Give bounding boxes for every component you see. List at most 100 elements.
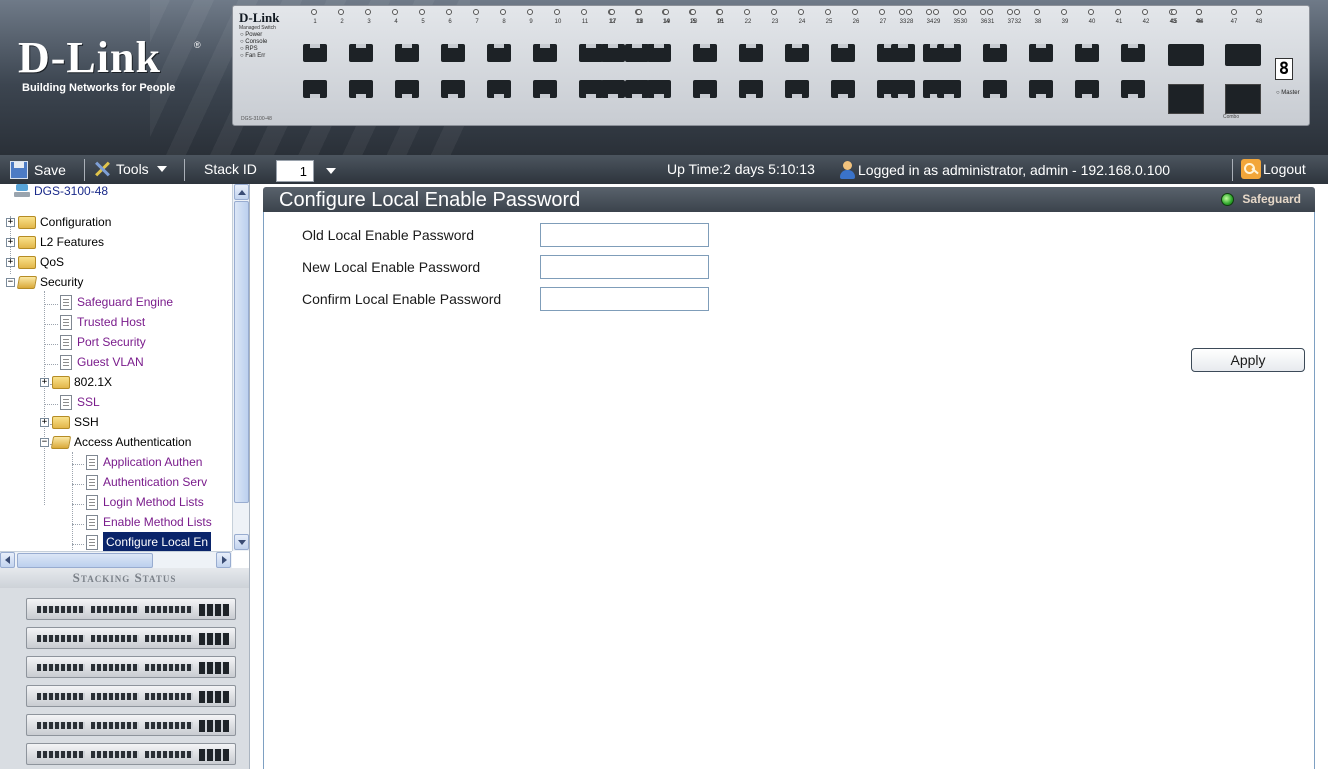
tree-item-configuration[interactable]: + Configuration: [6, 212, 111, 232]
old-password-input[interactable]: [540, 223, 709, 247]
scroll-thumb[interactable]: [234, 201, 249, 503]
tree-item-application-authentication[interactable]: Application Authen: [86, 452, 202, 472]
tree-item-safeguard-engine[interactable]: Safeguard Engine: [60, 292, 173, 312]
tree-item-ssh[interactable]: + SSH: [40, 412, 99, 432]
scroll-left-button[interactable]: [0, 552, 15, 568]
ethernet-port[interactable]: [441, 44, 465, 62]
ethernet-port[interactable]: [647, 80, 671, 98]
ethernet-port[interactable]: [647, 44, 671, 62]
expand-icon[interactable]: +: [6, 217, 15, 227]
ethernet-port[interactable]: [533, 80, 557, 98]
chevron-down-icon[interactable]: [326, 168, 336, 174]
scroll-thumb[interactable]: [17, 553, 153, 568]
tree-root[interactable]: DGS-3100-48: [14, 184, 108, 201]
save-button[interactable]: Save: [10, 161, 66, 179]
ethernet-port[interactable]: [625, 44, 649, 62]
stack-unit[interactable]: [26, 656, 236, 678]
ethernet-port[interactable]: [303, 44, 327, 62]
ethernet-port[interactable]: [1075, 44, 1099, 62]
ethernet-port[interactable]: [1121, 44, 1145, 62]
tree-item-label: Port Security: [77, 335, 146, 349]
logout-label: Logout: [1263, 161, 1306, 177]
tree-item-guest-vlan[interactable]: Guest VLAN: [60, 352, 144, 372]
ethernet-port[interactable]: [625, 80, 649, 98]
new-password-input[interactable]: [540, 255, 709, 279]
tools-menu[interactable]: Tools: [94, 161, 167, 177]
ethernet-port[interactable]: [395, 80, 419, 98]
stack-id-select[interactable]: 1: [276, 160, 314, 182]
ethernet-port[interactable]: [601, 80, 625, 98]
tree-item-authentication-server[interactable]: Authentication Serv: [86, 472, 207, 492]
ethernet-port[interactable]: [1029, 80, 1053, 98]
ethernet-port[interactable]: [349, 80, 373, 98]
ethernet-port[interactable]: [487, 44, 511, 62]
stack-unit[interactable]: [26, 743, 236, 765]
collapse-icon[interactable]: −: [40, 437, 49, 447]
expand-icon[interactable]: +: [40, 417, 49, 427]
ethernet-port[interactable]: [579, 80, 603, 98]
confirm-password-input[interactable]: [540, 287, 709, 311]
tree-item-802-1x[interactable]: + 802.1X: [40, 372, 112, 392]
tree-item-access-authentication[interactable]: − Access Authentication: [40, 432, 191, 452]
tree-horizontal-scrollbar[interactable]: [0, 551, 232, 568]
ethernet-port[interactable]: [601, 44, 625, 62]
ethernet-port[interactable]: [891, 80, 915, 98]
combo-port[interactable]: [1168, 44, 1204, 66]
tree-item-l2-features[interactable]: + L2 Features: [6, 232, 104, 252]
ethernet-port[interactable]: [831, 80, 855, 98]
ethernet-port[interactable]: [739, 80, 763, 98]
ethernet-port[interactable]: [983, 80, 1007, 98]
ethernet-port[interactable]: [785, 44, 809, 62]
ethernet-port[interactable]: [983, 44, 1007, 62]
stack-unit[interactable]: [26, 714, 236, 736]
arrow-down-icon: [238, 540, 246, 545]
ethernet-port[interactable]: [1075, 80, 1099, 98]
port-number: 10: [554, 19, 562, 25]
tree-item-enable-method-lists[interactable]: Enable Method Lists: [86, 512, 212, 532]
tree-item-configure-local-enable-password[interactable]: Configure Local En: [86, 532, 212, 552]
combo-port[interactable]: [1225, 44, 1261, 66]
tree-item-login-method-lists[interactable]: Login Method Lists: [86, 492, 204, 512]
ethernet-port[interactable]: [349, 44, 373, 62]
ethernet-port[interactable]: [785, 80, 809, 98]
port-number: 9: [529, 19, 533, 25]
sfp-port[interactable]: [1168, 84, 1204, 114]
ethernet-port[interactable]: [1029, 44, 1053, 62]
ethernet-port[interactable]: [937, 44, 961, 62]
apply-button[interactable]: Apply: [1191, 348, 1305, 372]
ethernet-port[interactable]: [693, 80, 717, 98]
tree-item-ssl[interactable]: SSL: [60, 392, 100, 412]
stack-unit[interactable]: [26, 598, 236, 620]
tree-item-label: Login Method Lists: [103, 495, 204, 509]
tree-item-qos[interactable]: + QoS: [6, 252, 64, 272]
sfp-port[interactable]: [1225, 84, 1261, 114]
ethernet-port[interactable]: [891, 44, 915, 62]
tree-item-trusted-host[interactable]: Trusted Host: [60, 312, 145, 332]
expand-icon[interactable]: +: [6, 257, 15, 267]
ethernet-port[interactable]: [579, 44, 603, 62]
expand-icon[interactable]: +: [6, 237, 15, 247]
stack-unit[interactable]: [26, 685, 236, 707]
ethernet-port[interactable]: [739, 44, 763, 62]
port-led: [690, 9, 696, 15]
collapse-icon[interactable]: −: [6, 277, 15, 287]
tree-item-port-security[interactable]: Port Security: [60, 332, 146, 352]
ethernet-port[interactable]: [831, 44, 855, 62]
ethernet-port[interactable]: [303, 80, 327, 98]
ethernet-port[interactable]: [693, 44, 717, 62]
ethernet-port[interactable]: [487, 80, 511, 98]
logout-button[interactable]: Logout: [1241, 159, 1306, 179]
tree-item-security[interactable]: − Security: [6, 272, 83, 292]
header-banner: D-Link Building Networks for People ® D-…: [0, 0, 1328, 155]
ethernet-port[interactable]: [937, 80, 961, 98]
ethernet-port[interactable]: [1121, 80, 1145, 98]
stack-unit[interactable]: [26, 627, 236, 649]
tree-vertical-scrollbar[interactable]: [232, 184, 249, 551]
scroll-down-button[interactable]: [234, 534, 249, 550]
expand-icon[interactable]: +: [40, 377, 49, 387]
ethernet-port[interactable]: [395, 44, 419, 62]
scroll-right-button[interactable]: [216, 552, 231, 568]
ethernet-port[interactable]: [441, 80, 465, 98]
scroll-up-button[interactable]: [234, 184, 249, 200]
ethernet-port[interactable]: [533, 44, 557, 62]
